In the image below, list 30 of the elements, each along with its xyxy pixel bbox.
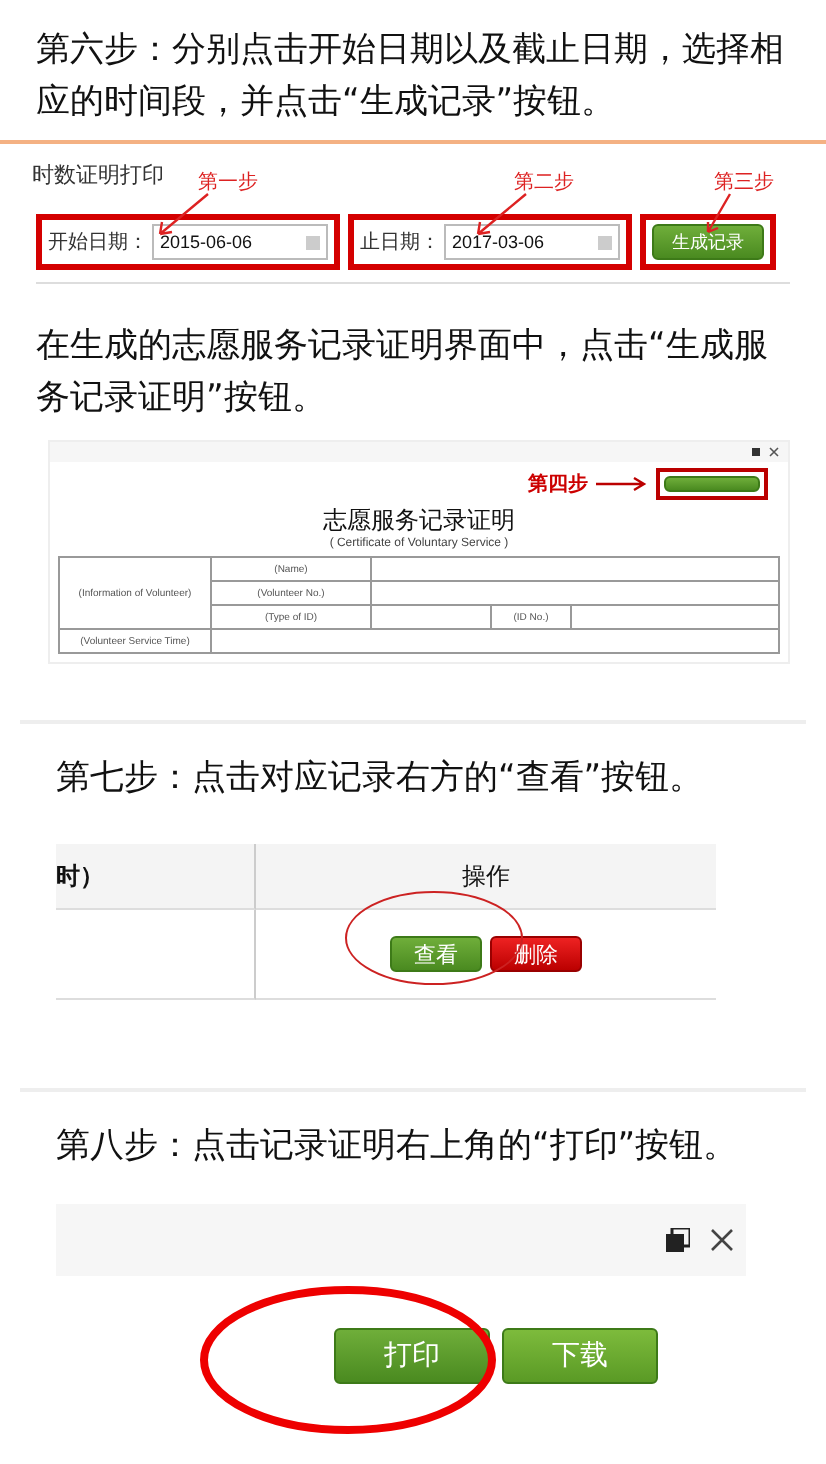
- instruction-text: 第六步：分别点击开始日期以及截止日期，选择相应的时间段，并点击“生成记录”按钮。: [36, 28, 786, 126]
- certificate-heading: 志愿服务记录证明: [321, 504, 517, 537]
- instruction-text: 第八步：点击记录证明右上角的“打印”按钮。: [54, 1124, 740, 1170]
- step-label: 第二步: [514, 169, 574, 196]
- step-label: 第一步: [198, 169, 258, 196]
- restore-icon[interactable]: [666, 1228, 690, 1252]
- download-button[interactable]: 下载: [502, 1328, 658, 1384]
- arrow-icon: [596, 476, 648, 492]
- instruction-text: 在生成的志愿服务记录证明界面中，点击“生成服务记录证明”按钮。: [36, 324, 770, 422]
- date-field[interactable]: 2015-06-06: [152, 224, 328, 260]
- date-field[interactable]: 2017-03-06: [444, 224, 620, 260]
- table-cell: [372, 606, 492, 630]
- view-button[interactable]: 查看: [390, 936, 482, 972]
- print-button[interactable]: 打印: [334, 1328, 490, 1384]
- arrow-icon: [702, 192, 734, 236]
- generate-button[interactable]: 生成记录: [652, 224, 764, 260]
- calendar-icon[interactable]: [306, 235, 320, 249]
- field-label: 止日期：: [360, 229, 440, 256]
- column-header: 时）: [56, 844, 256, 910]
- column-header: 操作: [256, 844, 716, 910]
- step-label: 第四步: [528, 471, 588, 498]
- calendar-icon[interactable]: [598, 235, 612, 249]
- instruction-text: 第七步：点击对应记录右方的“查看”按钮。: [54, 756, 706, 802]
- window-controls-icon: [752, 446, 780, 458]
- close-icon[interactable]: [710, 1228, 734, 1252]
- generate-certificate-button[interactable]: [664, 476, 760, 492]
- panel-title: 时数证明打印: [32, 160, 164, 190]
- step-label: 第三步: [714, 169, 774, 196]
- delete-button[interactable]: 删除: [490, 936, 582, 972]
- field-label: 开始日期：: [48, 229, 148, 256]
